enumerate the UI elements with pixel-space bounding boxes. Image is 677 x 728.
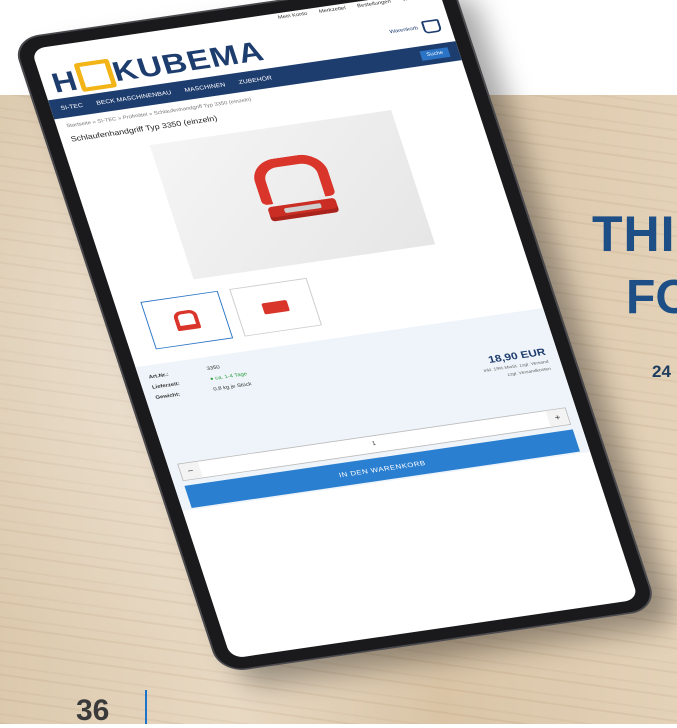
nav-item-si-tec[interactable]: SI-TEC [60, 102, 84, 111]
handle-grip-shape [248, 151, 337, 206]
qty-plus-button[interactable]: + [545, 408, 570, 427]
cart-label: Warenkorb [389, 26, 419, 35]
header-cart[interactable]: Warenkorb [388, 18, 443, 39]
nav-item-zubehoer[interactable]: ZUBEHÖR [238, 75, 273, 85]
thumb-handle-side-icon [261, 299, 291, 315]
cart-icon [420, 18, 443, 34]
thumbnail-1[interactable] [140, 290, 234, 350]
nav-item-maschinen[interactable]: MASCHINEN [184, 82, 226, 93]
thumbnail-2[interactable] [229, 277, 323, 337]
headline-line-2: FO [626, 271, 677, 324]
headline-line-1: THI [592, 206, 676, 262]
thumb-handle-icon [172, 308, 202, 332]
page-divider [145, 690, 147, 724]
search-button[interactable]: Suche [419, 47, 451, 61]
page-number: 36 [76, 694, 110, 727]
subline: 24 [652, 362, 671, 381]
weight-label: Gewicht: [154, 392, 181, 401]
